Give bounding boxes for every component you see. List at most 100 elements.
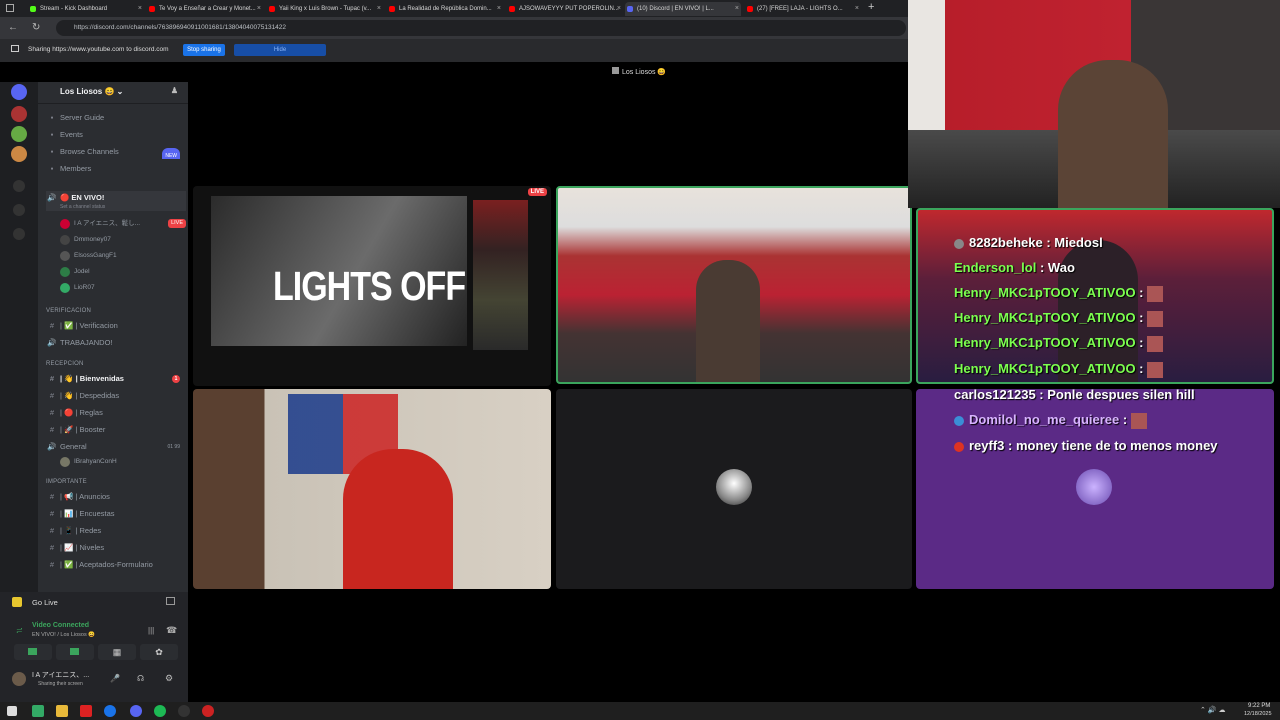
- category-header[interactable]: IMPORTANTE: [46, 479, 87, 485]
- camera-tile-host[interactable]: [556, 186, 912, 384]
- tab-favicon-icon: [149, 6, 155, 12]
- activities-button[interactable]: ▦: [98, 644, 136, 660]
- close-tab-icon[interactable]: ×: [257, 2, 261, 16]
- browser-tab[interactable]: (27) [FREE] LAJA - LIGHTS O... ×: [745, 2, 861, 16]
- server-icon[interactable]: [11, 126, 27, 142]
- spotify-icon[interactable]: [154, 705, 166, 717]
- mention-badge: 1: [172, 375, 180, 383]
- close-tab-icon[interactable]: ×: [735, 2, 739, 16]
- gear-icon[interactable]: ⚙: [165, 673, 173, 684]
- channel-item[interactable]: 🔊 General 01 99: [46, 440, 186, 454]
- browser-tab[interactable]: La Realidad de República Domin... ×: [387, 2, 503, 16]
- channel-label: General: [60, 442, 87, 451]
- nav-item[interactable]: ▪ Events: [46, 128, 186, 142]
- voice-user[interactable]: LioR07: [60, 281, 186, 294]
- channel-item[interactable]: # | 📱 | Redes: [46, 524, 186, 538]
- voice-channel-label[interactable]: EN VIVO! / Los Liosos 😄: [32, 632, 95, 638]
- nav-item[interactable]: ▪ Browse Channels NEW: [46, 145, 186, 159]
- channel-item[interactable]: # | 🔴 | Reglas: [46, 406, 186, 420]
- browser-tab[interactable]: Stream - Kick Dashboard ×: [28, 2, 144, 16]
- camera-button[interactable]: [14, 644, 52, 660]
- desktop-icon[interactable]: [32, 705, 44, 717]
- category-header[interactable]: RECEPCION: [46, 361, 83, 367]
- file-explorer-icon[interactable]: [56, 705, 68, 717]
- nav-item[interactable]: ▪ Server Guide: [46, 111, 186, 125]
- mic-icon[interactable]: 🎤: [110, 674, 120, 683]
- chat-username: Henry_MKC1pTOOY_ATIVOO: [954, 361, 1136, 376]
- download-icon[interactable]: [13, 228, 25, 240]
- nav-item[interactable]: ▪ Members: [46, 162, 186, 176]
- browser-tab[interactable]: AJSOWAVEYYY PUT POPEROLIN... ×: [507, 2, 623, 16]
- close-tab-icon[interactable]: ×: [138, 2, 142, 16]
- reload-icon[interactable]: ↻: [32, 22, 40, 33]
- record-icon[interactable]: [202, 705, 214, 717]
- chat-separator: :: [1036, 260, 1048, 275]
- obs-icon[interactable]: [178, 705, 190, 717]
- voice-user-name: ElsossGangF1: [74, 252, 117, 259]
- close-tab-icon[interactable]: ×: [497, 2, 501, 16]
- invite-icon[interactable]: ♟: [171, 86, 178, 95]
- url-input[interactable]: https://discord.com/channels/76389694091…: [56, 20, 906, 36]
- windows-start-icon[interactable]: [7, 706, 17, 716]
- go-live-row[interactable]: Go Live: [12, 594, 182, 610]
- channel-item[interactable]: # | ✅ | Aceptados-Formulario: [46, 558, 186, 572]
- chat-message: Henry_MKC1pTOOY_ATIVOO :: [954, 310, 1164, 327]
- app-icon[interactable]: [80, 705, 92, 717]
- channel-item[interactable]: 🔊 TRABAJANDO!: [46, 336, 186, 350]
- chrome-icon[interactable]: [104, 705, 116, 717]
- browser-tab[interactable]: Yaii King x Luis Brown - Tupac (v... ×: [267, 2, 383, 16]
- add-server-icon[interactable]: [13, 180, 25, 192]
- voice-user[interactable]: Dmmoney07: [60, 233, 186, 246]
- camera-tile-santa[interactable]: [193, 389, 551, 589]
- soundboard-button[interactable]: ✿: [140, 644, 178, 660]
- voice-channel-en-vivo[interactable]: 🔊 🔴 EN VIVO! Set a channel status: [46, 191, 186, 211]
- channel-item[interactable]: # | 📈 | Niveles: [46, 541, 186, 555]
- discord-home-icon[interactable]: [11, 84, 27, 100]
- disconnect-icon[interactable]: ☎: [166, 625, 177, 636]
- channel-item[interactable]: # | 🚀 | Booster: [46, 423, 186, 437]
- stream-tile-youtube[interactable]: LIGHTS OFF LIVE: [193, 186, 551, 386]
- browser-tab[interactable]: (10) Discord | EN VIVO! | L... ×: [625, 2, 741, 16]
- server-icon[interactable]: [11, 146, 27, 162]
- discord-icon[interactable]: [130, 705, 142, 717]
- channel-item[interactable]: # | ✅ | Verificacion: [46, 319, 186, 333]
- my-avatar[interactable]: [12, 672, 26, 686]
- headphones-icon[interactable]: ☊: [137, 674, 144, 683]
- screen-share-button[interactable]: [56, 644, 94, 660]
- server-icon[interactable]: [11, 106, 27, 122]
- address-bar: ← ↻ https://discord.com/channels/7638969…: [0, 17, 908, 39]
- app-menu-icon[interactable]: [6, 4, 14, 12]
- channel-item[interactable]: # | 👋 | Despedidas: [46, 389, 186, 403]
- voice-user[interactable]: ElsossGangF1: [60, 249, 186, 262]
- channel-item[interactable]: # | 📊 | Encuestas: [46, 507, 186, 521]
- category-header[interactable]: VERIFICACION: [46, 308, 91, 314]
- stop-sharing-button[interactable]: Stop sharing: [183, 44, 225, 56]
- channel-label: | 👋 | Despedidas: [60, 391, 120, 400]
- voice-user[interactable]: Jodel: [60, 265, 186, 278]
- chat-message: Henry_MKC1pTOOY_ATIVOO :: [954, 335, 1164, 352]
- close-tab-icon[interactable]: ×: [855, 2, 859, 16]
- camera-tile-empty[interactable]: [556, 389, 912, 589]
- hash-icon: #: [49, 492, 55, 501]
- back-icon[interactable]: ←: [8, 22, 18, 33]
- close-tab-icon[interactable]: ×: [617, 2, 621, 16]
- voice-user[interactable]: IBrahyanConH: [60, 455, 117, 468]
- channel-item[interactable]: # | 📢 | Anuncios: [46, 490, 186, 504]
- channel-status[interactable]: Set a channel status: [60, 200, 105, 211]
- screen-icon[interactable]: [166, 597, 175, 605]
- explore-icon[interactable]: [13, 204, 25, 216]
- category-label: VERIFICACION: [46, 308, 92, 314]
- browser-tab[interactable]: Te Voy a Enseñar a Crear y Monet... ×: [147, 2, 263, 16]
- chat-username: carlos121235: [954, 387, 1036, 402]
- system-tray[interactable]: ⌃ 🔊 ☁: [1200, 706, 1225, 714]
- hash-icon: #: [49, 408, 55, 417]
- guild-header[interactable]: Los Liosos 😄 ⌄ ♟: [38, 82, 188, 104]
- close-tab-icon[interactable]: ×: [377, 2, 381, 16]
- channel-item[interactable]: # | 👋 | Bienvenidas 1: [46, 372, 186, 386]
- voice-user[interactable]: I A アイエニス、鬆し... LIVE: [60, 217, 186, 230]
- new-tab-button[interactable]: +: [868, 1, 874, 13]
- noise-icon[interactable]: |||: [148, 626, 154, 635]
- hide-button[interactable]: Hide: [234, 44, 326, 56]
- avatar: [60, 267, 70, 277]
- tab-label: (27) [FREE] LAJA - LIGHTS O...: [757, 6, 843, 12]
